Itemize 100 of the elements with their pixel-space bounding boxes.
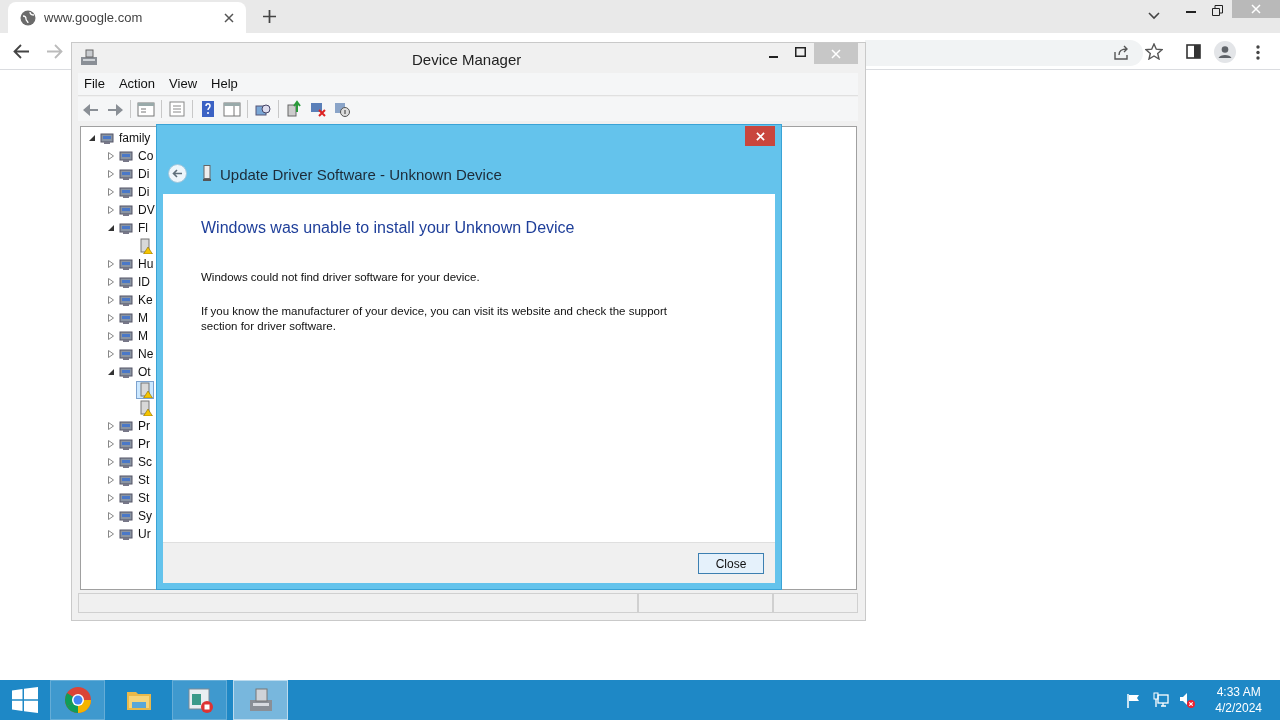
menu-item[interactable]: View bbox=[163, 74, 204, 94]
expand-arrow-icon[interactable] bbox=[107, 422, 115, 430]
tree-item[interactable]: Ot bbox=[137, 363, 152, 381]
device-icon[interactable] bbox=[118, 202, 134, 218]
close-icon[interactable] bbox=[224, 12, 234, 23]
update-driver-icon[interactable] bbox=[285, 100, 303, 118]
back-icon[interactable] bbox=[168, 164, 187, 183]
device-icon[interactable] bbox=[118, 472, 134, 488]
expand-arrow-icon[interactable] bbox=[107, 512, 115, 520]
taskbar-button[interactable] bbox=[233, 680, 288, 720]
collapse-arrow-icon[interactable] bbox=[107, 368, 115, 376]
tree-item[interactable]: Ke bbox=[137, 291, 154, 309]
back-icon[interactable] bbox=[13, 44, 30, 59]
help-icon[interactable] bbox=[199, 100, 217, 118]
tree-item[interactable]: ID bbox=[137, 273, 151, 291]
device-icon[interactable] bbox=[118, 526, 134, 542]
tree-item[interactable]: Ne bbox=[137, 345, 155, 363]
side-panel-icon[interactable] bbox=[1186, 44, 1201, 59]
tree-item[interactable]: Sc bbox=[137, 453, 153, 471]
tree-item[interactable]: Di bbox=[137, 183, 151, 201]
muted-speaker-icon[interactable] bbox=[1179, 692, 1196, 708]
tree-item[interactable]: St bbox=[137, 489, 151, 507]
device-icon[interactable] bbox=[118, 490, 134, 506]
tree-item[interactable]: Pr bbox=[137, 417, 151, 435]
warning-device-icon[interactable] bbox=[137, 382, 153, 398]
expand-arrow-icon[interactable] bbox=[107, 278, 115, 286]
console-tree-icon[interactable] bbox=[137, 100, 155, 118]
expand-arrow-icon[interactable] bbox=[107, 260, 115, 268]
device-icon[interactable] bbox=[118, 292, 134, 308]
tree-item[interactable]: M bbox=[137, 327, 149, 345]
tree-item[interactable]: DV bbox=[137, 201, 156, 219]
close-button[interactable]: Close bbox=[698, 553, 764, 574]
device-icon[interactable] bbox=[118, 454, 134, 470]
taskbar-button[interactable] bbox=[172, 680, 227, 720]
device-icon[interactable] bbox=[118, 220, 134, 236]
expand-arrow-icon[interactable] bbox=[107, 188, 115, 196]
tree-item[interactable]: Hu bbox=[137, 255, 155, 273]
expand-arrow-icon[interactable] bbox=[107, 458, 115, 466]
tree-item[interactable]: Ur bbox=[137, 525, 152, 543]
expand-arrow-icon[interactable] bbox=[107, 152, 115, 160]
flag-icon[interactable] bbox=[1126, 692, 1142, 708]
device-icon[interactable] bbox=[118, 418, 134, 434]
device-icon[interactable] bbox=[118, 328, 134, 344]
expand-arrow-icon[interactable] bbox=[107, 350, 115, 358]
star-icon[interactable] bbox=[1145, 43, 1163, 60]
device-icon[interactable] bbox=[118, 184, 134, 200]
tree-item[interactable]: Sy bbox=[137, 507, 153, 525]
browser-tab[interactable]: www.google.com bbox=[8, 2, 246, 33]
chevron-down-icon[interactable] bbox=[1148, 12, 1160, 20]
new-tab-icon[interactable] bbox=[263, 10, 276, 23]
device-icon[interactable] bbox=[118, 148, 134, 164]
maximize-icon[interactable] bbox=[795, 47, 806, 57]
windows-logo-icon[interactable] bbox=[12, 687, 38, 713]
more-icon[interactable] bbox=[1256, 45, 1260, 60]
tree-item[interactable]: M bbox=[137, 309, 149, 327]
warning-device-icon[interactable] bbox=[137, 400, 153, 416]
action-pane-icon[interactable] bbox=[223, 100, 241, 118]
expand-arrow-icon[interactable] bbox=[107, 170, 115, 178]
device-icon[interactable] bbox=[118, 436, 134, 452]
device-icon[interactable] bbox=[118, 274, 134, 290]
tree-item[interactable]: Fl bbox=[137, 219, 149, 237]
menu-item[interactable]: Action bbox=[112, 74, 162, 94]
expand-arrow-icon[interactable] bbox=[107, 332, 115, 340]
device-icon[interactable] bbox=[118, 346, 134, 362]
expand-arrow-icon[interactable] bbox=[107, 206, 115, 214]
device-icon[interactable] bbox=[118, 364, 134, 380]
close-button[interactable] bbox=[745, 126, 775, 146]
tree-item[interactable]: Co bbox=[137, 147, 155, 165]
enable-device-icon[interactable] bbox=[333, 100, 351, 118]
clock-time: 4:33 AM bbox=[1216, 684, 1261, 700]
device-icon[interactable] bbox=[118, 310, 134, 326]
expand-arrow-icon[interactable] bbox=[107, 494, 115, 502]
tree-item[interactable]: St bbox=[137, 471, 151, 489]
expand-arrow-icon[interactable] bbox=[107, 530, 115, 538]
clock[interactable]: 4:33 AM 4/2/2024 bbox=[1215, 684, 1262, 716]
share-icon[interactable] bbox=[1113, 44, 1130, 61]
expand-arrow-icon[interactable] bbox=[107, 440, 115, 448]
menu-item[interactable]: Help bbox=[205, 74, 244, 94]
tree-item[interactable]: Di bbox=[137, 165, 151, 183]
tree-item[interactable]: Pr bbox=[137, 435, 151, 453]
warning-device-icon[interactable] bbox=[137, 238, 153, 254]
device-icon[interactable] bbox=[118, 508, 134, 524]
expand-arrow-icon[interactable] bbox=[107, 314, 115, 322]
device-icon[interactable] bbox=[99, 130, 115, 146]
expand-arrow-icon[interactable] bbox=[107, 296, 115, 304]
tree-item[interactable]: family bbox=[118, 129, 152, 147]
collapse-arrow-icon[interactable] bbox=[88, 134, 96, 142]
profile-icon[interactable] bbox=[1214, 41, 1236, 63]
close-icon bbox=[1251, 4, 1261, 14]
globe-icon bbox=[20, 9, 36, 26]
uninstall-icon[interactable] bbox=[309, 100, 327, 118]
collapse-arrow-icon[interactable] bbox=[107, 224, 115, 232]
device-icon[interactable] bbox=[118, 166, 134, 182]
dialog-title: Update Driver Software - Unknown Device bbox=[220, 165, 502, 185]
device-icon[interactable] bbox=[118, 256, 134, 272]
menu-item[interactable]: File bbox=[78, 74, 111, 94]
expand-arrow-icon[interactable] bbox=[107, 476, 115, 484]
restore-icon[interactable] bbox=[1212, 5, 1223, 16]
network-icon[interactable] bbox=[1153, 692, 1170, 708]
taskbar-button[interactable] bbox=[50, 680, 105, 720]
